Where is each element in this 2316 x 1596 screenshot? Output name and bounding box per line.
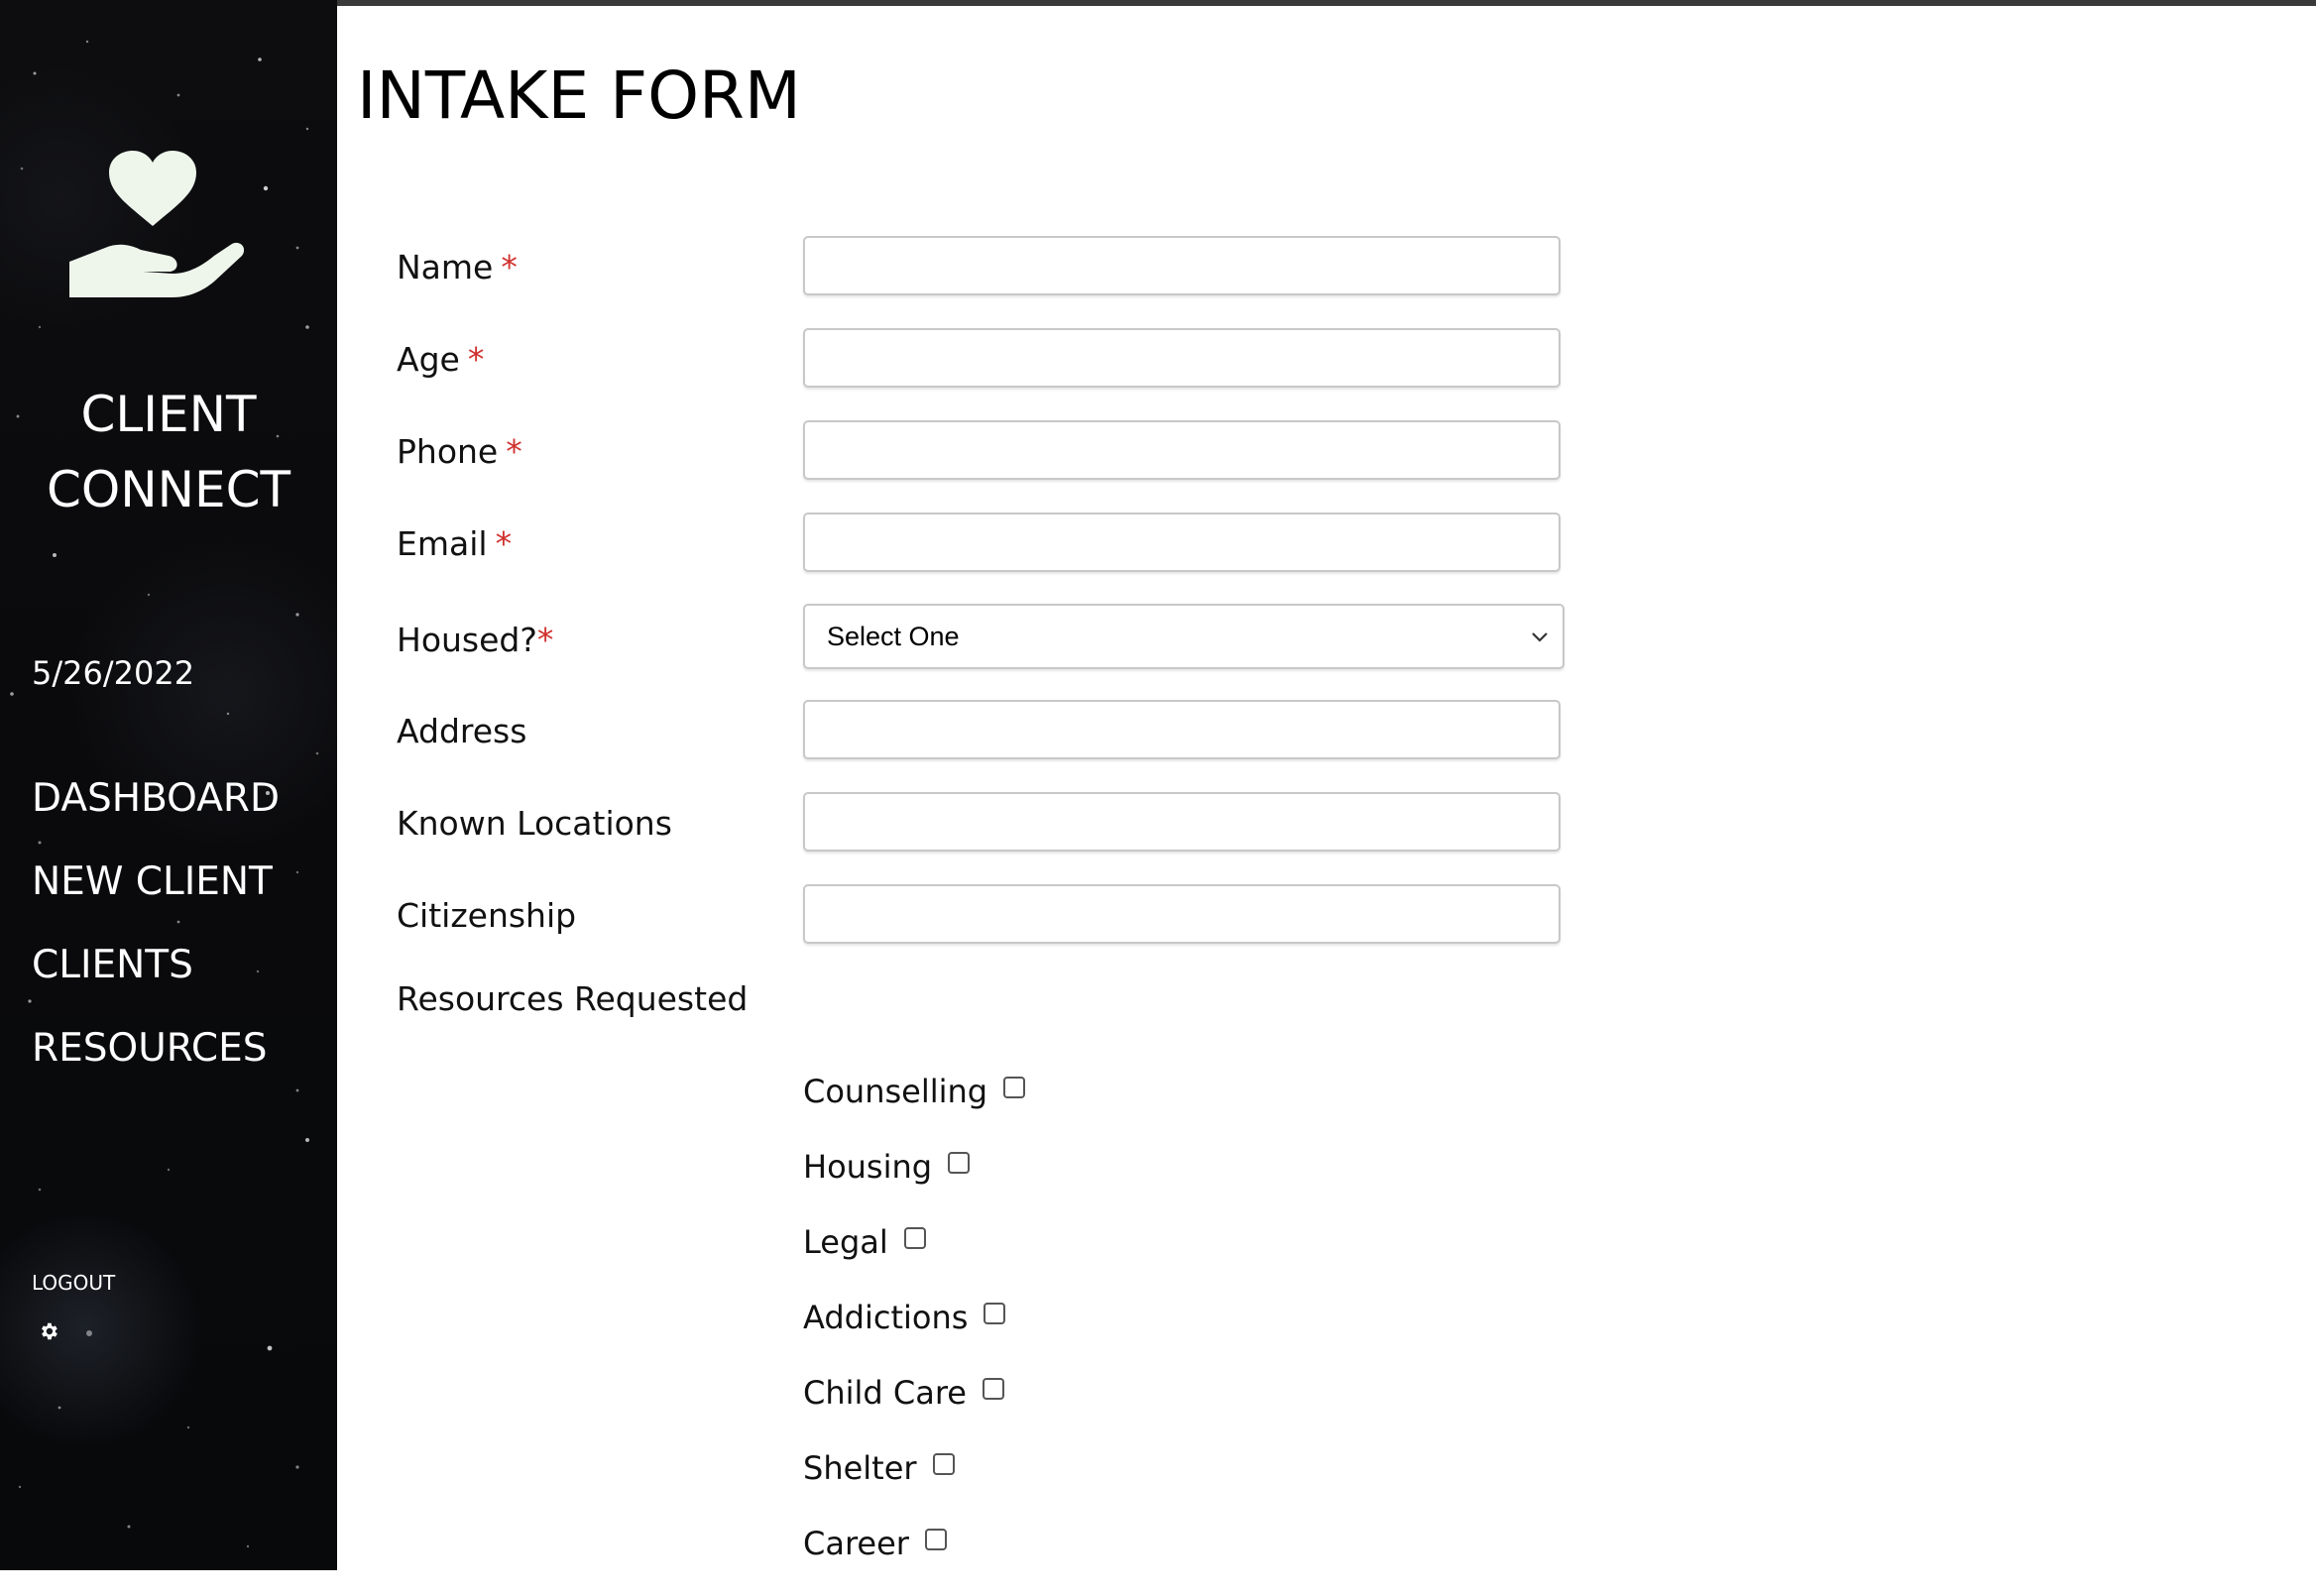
address-label: Address	[397, 712, 527, 750]
shelter-checkbox[interactable]	[932, 1453, 955, 1475]
required-marker: *	[467, 340, 485, 379]
resource-option-child-care: Child Care	[803, 1370, 1025, 1445]
app-brand: CLIENT CONNECT	[0, 377, 337, 527]
gear-icon[interactable]	[38, 1320, 59, 1342]
housed-select-value: Select One	[827, 622, 960, 651]
form-row-email: Email *	[397, 513, 1685, 576]
resource-option-addictions: Addictions	[803, 1295, 1025, 1370]
known-locations-input[interactable]	[803, 792, 1561, 852]
checkbox-label: Housing	[803, 1148, 933, 1186]
form-row-phone: Phone *	[397, 420, 1685, 484]
phone-label: Phone *	[397, 432, 522, 471]
logout-link[interactable]: LOGOUT	[32, 1271, 115, 1295]
address-input[interactable]	[803, 700, 1561, 759]
checkbox-label: Career	[803, 1525, 909, 1562]
name-label: Name *	[397, 248, 518, 286]
resource-option-legal: Legal	[803, 1219, 1025, 1295]
checkbox-label: Addictions	[803, 1299, 969, 1336]
required-marker: *	[536, 621, 554, 659]
nav-item-dashboard[interactable]: DASHBOARD	[32, 773, 280, 856]
checkbox-label: Shelter	[803, 1449, 917, 1487]
career-checkbox[interactable]	[924, 1529, 947, 1550]
heart-in-hand-icon	[69, 151, 244, 297]
nav-item-resources[interactable]: RESOURCES	[32, 1023, 280, 1106]
required-marker: *	[501, 248, 518, 286]
resources-checklist: Counselling Housing Legal Addictions Chi…	[803, 1069, 1026, 1596]
known-locations-label: Known Locations	[397, 804, 672, 843]
required-marker: *	[495, 524, 513, 563]
addictions-checkbox[interactable]	[984, 1303, 1006, 1324]
housed-select[interactable]: Select One	[803, 604, 1564, 669]
resource-option-counselling: Counselling	[803, 1069, 1026, 1144]
sidebar: CLIENT CONNECT 5/26/2022 DASHBOARD NEW C…	[0, 0, 337, 1570]
current-date: 5/26/2022	[32, 654, 195, 692]
brand-line-2: CONNECT	[46, 461, 291, 518]
required-marker: *	[506, 432, 522, 471]
main-content: INTAKE FORM Name * Age * Phone * Email * Hou…	[337, 6, 2316, 1570]
citizenship-label: Citizenship	[397, 896, 577, 935]
resources-requested-label: Resources Requested	[397, 979, 749, 1018]
brand-line-1: CLIENT	[80, 386, 257, 443]
age-input[interactable]	[803, 328, 1561, 388]
legal-checkbox[interactable]	[903, 1227, 926, 1249]
form-row-address: Address	[397, 700, 1685, 763]
email-input[interactable]	[803, 513, 1561, 572]
form-row-known-locations: Known Locations	[397, 792, 1685, 855]
counselling-checkbox[interactable]	[1003, 1077, 1026, 1098]
form-row-citizenship: Citizenship	[397, 884, 1685, 948]
resource-option-housing: Housing	[803, 1144, 1025, 1219]
sidebar-nav: DASHBOARD NEW CLIENT CLIENTS RESOURCES	[32, 773, 280, 1106]
resource-option-shelter: Shelter	[803, 1445, 1025, 1521]
email-label: Email *	[397, 524, 513, 563]
form-row-age: Age *	[397, 328, 1685, 392]
nav-item-new-client[interactable]: NEW CLIENT	[32, 856, 280, 940]
age-label: Age *	[397, 340, 485, 379]
nav-item-clients[interactable]: CLIENTS	[32, 940, 280, 1023]
form-row-housed: Housed?* Select One	[397, 604, 1685, 669]
name-input[interactable]	[803, 236, 1561, 295]
housed-label: Housed?*	[397, 621, 554, 659]
citizenship-input[interactable]	[803, 884, 1561, 944]
checkbox-label: Counselling	[803, 1073, 988, 1110]
checkbox-label: Legal	[803, 1223, 888, 1261]
page-title: INTAKE FORM	[357, 57, 801, 134]
resource-option-career: Career	[803, 1521, 1025, 1596]
chevron-down-icon	[1532, 632, 1548, 642]
form-row-name: Name *	[397, 236, 1685, 299]
child-care-checkbox[interactable]	[982, 1378, 1004, 1400]
phone-input[interactable]	[803, 420, 1561, 480]
housing-checkbox[interactable]	[948, 1152, 971, 1174]
checkbox-label: Child Care	[803, 1374, 967, 1412]
